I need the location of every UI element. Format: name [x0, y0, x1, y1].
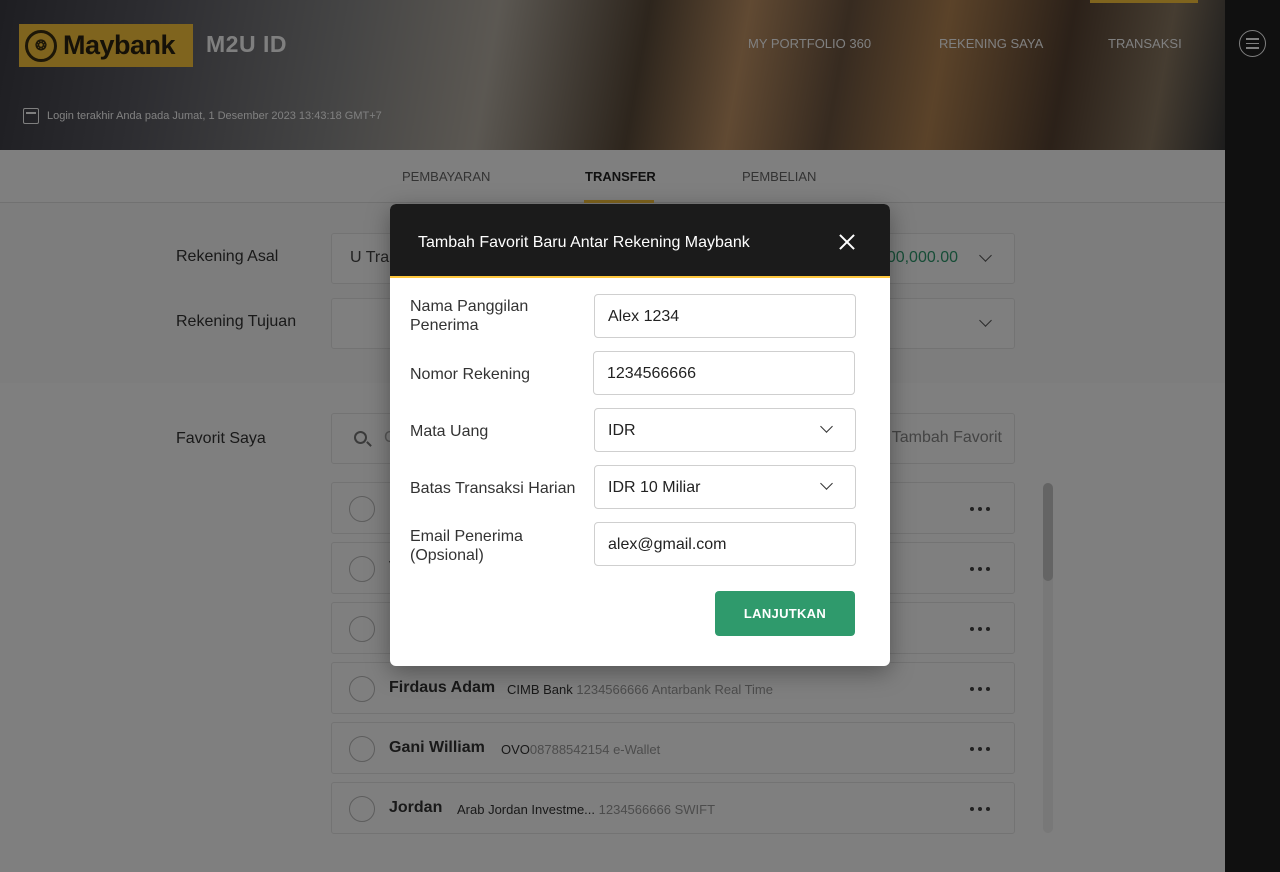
daily-limit-select[interactable]: IDR 10 Miliar [594, 465, 856, 509]
account-number-input[interactable]: 1234566666 [593, 351, 855, 395]
nickname-label: Nama Panggilan Penerima [410, 298, 529, 334]
currency-label: Mata Uang [410, 423, 489, 440]
daily-limit-value: IDR 10 Miliar [608, 479, 701, 496]
close-icon[interactable] [838, 233, 856, 251]
email-value: alex@gmail.com [608, 536, 727, 553]
chevron-down-icon [820, 477, 833, 490]
add-favorite-dialog: Tambah Favorit Baru Antar Rekening Mayba… [390, 204, 890, 666]
chevron-down-icon [820, 420, 833, 433]
dialog-header: Tambah Favorit Baru Antar Rekening Mayba… [390, 204, 890, 278]
account-number-label: Nomor Rekening [410, 366, 531, 383]
nickname-value: Alex 1234 [608, 308, 680, 325]
email-field[interactable]: alex@gmail.com [594, 522, 856, 566]
account-number-value: 1234566666 [607, 365, 696, 382]
daily-limit-label: Batas Transaksi Harian [410, 480, 576, 497]
currency-select[interactable]: IDR [594, 408, 856, 452]
email-label: Email Penerima (Opsional) [410, 528, 523, 564]
currency-value: IDR [608, 422, 636, 439]
nickname-input[interactable]: Alex 1234 [594, 294, 856, 338]
continue-button[interactable]: LANJUTKAN [715, 591, 855, 636]
dialog-title: Tambah Favorit Baru Antar Rekening Mayba… [418, 234, 750, 251]
